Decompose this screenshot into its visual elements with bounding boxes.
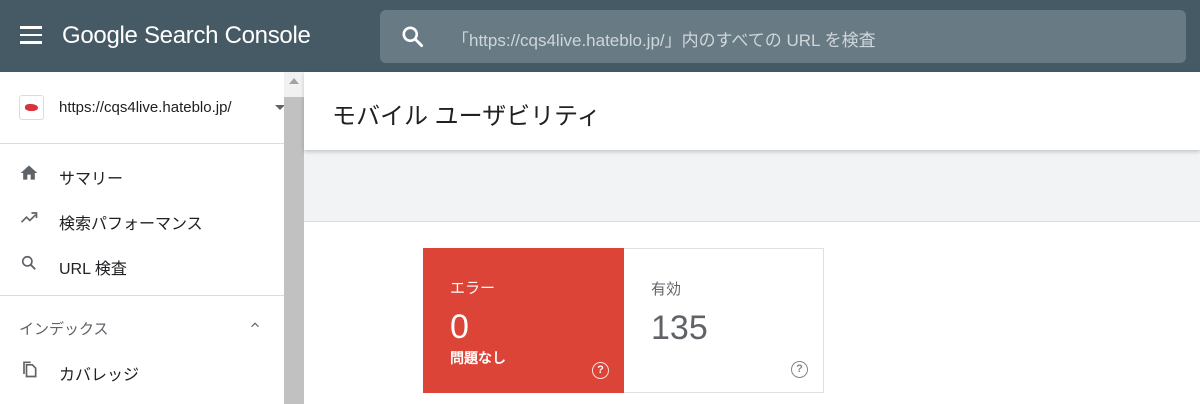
property-favicon <box>19 95 44 120</box>
scrollbar-thumb[interactable] <box>284 97 304 404</box>
app-title[interactable]: Google Search Console <box>62 22 311 50</box>
section-label: インデックス <box>19 321 109 338</box>
error-summary-card[interactable]: エラー 0 問題なし ? <box>423 248 624 393</box>
chart-area <box>824 248 1200 393</box>
page-header: モバイル ユーザビリティ <box>304 72 1200 150</box>
property-selector[interactable]: https://cqs4live.hateblo.jp/ <box>0 72 304 144</box>
sidebar-section-index[interactable]: インデックス <box>0 308 284 344</box>
sidebar-item-search-performance[interactable]: 検索パフォーマンス <box>0 197 284 241</box>
help-icon[interactable]: ? <box>592 362 609 379</box>
sidebar: https://cqs4live.hateblo.jp/ サマリー 検索パフォー… <box>0 72 304 404</box>
property-url: https://cqs4live.hateblo.jp/ <box>59 99 232 116</box>
error-card-count: 0 <box>450 308 469 346</box>
sidebar-divider <box>0 295 284 296</box>
sidebar-scrollbar[interactable] <box>284 72 304 404</box>
search-icon <box>21 255 36 270</box>
sidebar-item-label: URL 検査 <box>59 261 127 278</box>
search-placeholder[interactable]: 「https://cqs4live.hateblo.jp/」内のすべての URL… <box>452 26 876 51</box>
chevron-up-icon[interactable] <box>248 318 262 332</box>
scroll-up-arrow-icon[interactable] <box>289 78 299 84</box>
valid-card-count: 135 <box>651 309 708 347</box>
error-card-sublabel: 問題なし <box>450 350 506 366</box>
page-title: モバイル ユーザビリティ <box>332 103 601 130</box>
sidebar-item-label: サマリー <box>59 171 124 188</box>
trending-up-icon <box>20 212 38 223</box>
copy-icon <box>23 361 37 378</box>
menu-icon[interactable] <box>20 26 44 46</box>
url-inspect-search[interactable]: 「https://cqs4live.hateblo.jp/」内のすべての URL… <box>380 10 1186 63</box>
search-icon[interactable] <box>400 24 426 50</box>
sidebar-item-label: カバレッジ <box>59 367 140 384</box>
sidebar-item-label: 検索パフォーマンス <box>59 216 203 233</box>
valid-card-label: 有効 <box>651 281 682 298</box>
sidebar-item-coverage[interactable]: カバレッジ <box>0 348 284 392</box>
valid-summary-card[interactable]: 有効 135 ? <box>624 248 824 393</box>
home-icon <box>20 165 38 180</box>
sidebar-item-summary[interactable]: サマリー <box>0 152 284 196</box>
sidebar-item-url-inspection[interactable]: URL 検査 <box>0 242 284 286</box>
error-card-label: エラー <box>450 280 496 297</box>
help-icon[interactable]: ? <box>791 361 808 378</box>
top-app-bar: Google Search Console 「https://cqs4live.… <box>0 0 1200 72</box>
